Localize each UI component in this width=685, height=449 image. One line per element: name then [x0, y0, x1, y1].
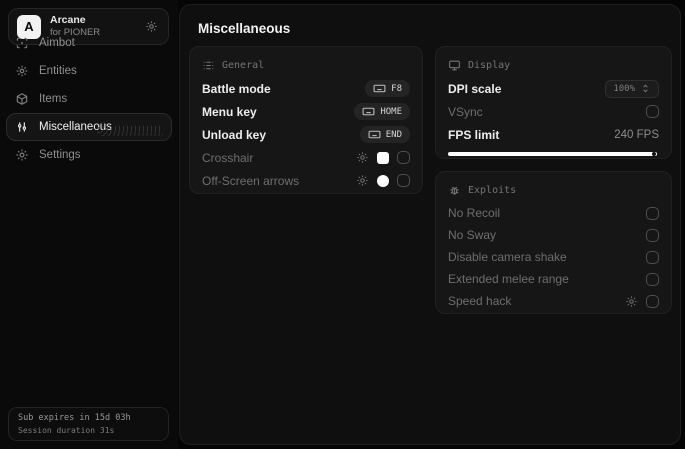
- dpi-scale-select[interactable]: 100%: [605, 79, 659, 98]
- crosshair-checkbox[interactable]: [397, 151, 410, 164]
- crosshair-gear-icon[interactable]: [356, 151, 369, 164]
- speed-hack-label: Speed hack: [448, 294, 512, 308]
- disable-camera-shake-row: Disable camera shake: [448, 246, 659, 268]
- keyboard-icon: [362, 105, 375, 118]
- keyboard-icon: [373, 82, 386, 95]
- menu-key-keybind-button[interactable]: HOME: [354, 103, 410, 120]
- entities-radar-icon: [15, 64, 29, 78]
- crosshair-controls: [356, 151, 410, 164]
- extended-melee-range-label: Extended melee range: [448, 272, 569, 286]
- speed-hack-row: Speed hack: [448, 290, 659, 312]
- app-name: Arcane: [50, 14, 86, 26]
- app-window: A Arcane for PIONER Category: [0, 0, 685, 449]
- sidebar-item-aimbot[interactable]: Aimbot: [6, 29, 172, 57]
- crosshair-row: Crosshair: [202, 146, 410, 169]
- fps-limit-slider[interactable]: [448, 151, 659, 157]
- package-cube-icon: [15, 92, 29, 106]
- sidebar-item-label: Settings: [39, 149, 81, 161]
- unload-key-keybind-button[interactable]: END: [359, 126, 410, 143]
- offscreen-arrows-gear-icon[interactable]: [356, 174, 369, 187]
- dpi-scale-value: 100%: [613, 83, 635, 94]
- sidebar: A Arcane for PIONER Category: [0, 0, 178, 449]
- no-sway-label: No Sway: [448, 228, 497, 242]
- sidebar-item-label: Items: [39, 93, 68, 105]
- display-card: Display DPI scale 100% VSync FPS limit 2…: [435, 46, 672, 159]
- battle-mode-row: Battle mode F8: [202, 77, 410, 100]
- offscreen-arrows-color-swatch[interactable]: [377, 174, 389, 187]
- general-header-label: General: [222, 59, 265, 71]
- sidebar-item-settings[interactable]: Settings: [6, 141, 172, 169]
- no-recoil-row: No Recoil: [448, 202, 659, 224]
- general-card-header: General: [202, 57, 410, 73]
- sidebar-nav: Aimbot Entities Items Miscellaneous Sett…: [0, 29, 178, 169]
- subscription-info-card: Sub expires in 15d 03h Session duration …: [8, 407, 169, 441]
- crosshair-color-swatch[interactable]: [377, 151, 389, 164]
- no-sway-checkbox[interactable]: [646, 228, 659, 242]
- sidebar-item-label: Aimbot: [39, 37, 75, 49]
- vsync-checkbox[interactable]: [646, 105, 659, 118]
- display-card-header: Display: [448, 57, 659, 73]
- offscreen-arrows-controls: [356, 174, 410, 187]
- general-card: General Battle mode F8 Menu key HOME Unl…: [189, 46, 423, 194]
- sidebar-item-label: Entities: [39, 65, 77, 77]
- unload-key-label: Unload key: [202, 127, 267, 142]
- no-sway-row: No Sway: [448, 224, 659, 246]
- session-duration-text: Session duration 31s: [18, 426, 115, 435]
- slider-knob[interactable]: [652, 152, 656, 156]
- crosshair-label: Crosshair: [202, 150, 254, 165]
- no-recoil-label: No Recoil: [448, 206, 501, 220]
- battle-mode-keybind-button[interactable]: F8: [365, 80, 410, 97]
- keybind-value: HOME: [380, 106, 402, 117]
- speed-hack-checkbox[interactable]: [646, 294, 659, 308]
- fps-limit-value: 240 FPS: [614, 128, 659, 141]
- fps-limit-label: FPS limit: [448, 127, 500, 142]
- main-panel: Miscellaneous General Battle mode F8 Men…: [179, 4, 681, 445]
- list-icon: [202, 59, 215, 72]
- offscreen-arrows-checkbox[interactable]: [397, 174, 410, 187]
- extended-melee-range-checkbox[interactable]: [646, 272, 659, 286]
- dpi-scale-label: DPI scale: [448, 81, 502, 96]
- gear-icon: [15, 148, 29, 162]
- menu-key-row: Menu key HOME: [202, 100, 410, 123]
- sidebar-item-miscellaneous[interactable]: Miscellaneous: [6, 113, 172, 141]
- disable-camera-shake-label: Disable camera shake: [448, 250, 567, 264]
- keyboard-icon: [368, 128, 381, 141]
- menu-key-label: Menu key: [202, 104, 257, 119]
- exploits-card-header: Exploits: [448, 182, 659, 198]
- sliders-icon: [15, 120, 29, 134]
- exploits-header-label: Exploits: [468, 184, 517, 196]
- page-title: Miscellaneous: [198, 21, 291, 36]
- offscreen-arrows-row: Off-Screen arrows: [202, 169, 410, 192]
- battle-mode-label: Battle mode: [202, 81, 271, 96]
- display-header-label: Display: [468, 59, 511, 71]
- offscreen-arrows-label: Off-Screen arrows: [202, 173, 300, 188]
- sidebar-item-entities[interactable]: Entities: [6, 57, 172, 85]
- scan-crosshair-icon: [15, 36, 29, 50]
- sidebar-item-items[interactable]: Items: [6, 85, 172, 113]
- extended-melee-range-row: Extended melee range: [448, 268, 659, 290]
- sub-expires-text: Sub expires in 15d 03h: [18, 413, 131, 423]
- fps-limit-row: FPS limit 240 FPS: [448, 123, 659, 146]
- unload-key-row: Unload key END: [202, 123, 410, 146]
- speed-hack-gear-icon[interactable]: [625, 295, 638, 308]
- keybind-value: END: [385, 129, 402, 140]
- dpi-scale-row: DPI scale 100%: [448, 77, 659, 100]
- speed-hack-controls: [625, 294, 659, 308]
- vsync-label: VSync: [448, 104, 483, 119]
- chevron-up-down-icon: [640, 83, 651, 94]
- keybind-value: F8: [391, 83, 402, 94]
- exploits-card: Exploits No Recoil No Sway Disable camer…: [435, 171, 672, 314]
- monitor-icon: [448, 59, 461, 72]
- bug-icon: [448, 184, 461, 197]
- sidebar-item-label: Miscellaneous: [39, 121, 112, 133]
- disable-camera-shake-checkbox[interactable]: [646, 250, 659, 264]
- no-recoil-checkbox[interactable]: [646, 206, 659, 220]
- slider-track: [448, 152, 657, 156]
- vsync-row: VSync: [448, 100, 659, 123]
